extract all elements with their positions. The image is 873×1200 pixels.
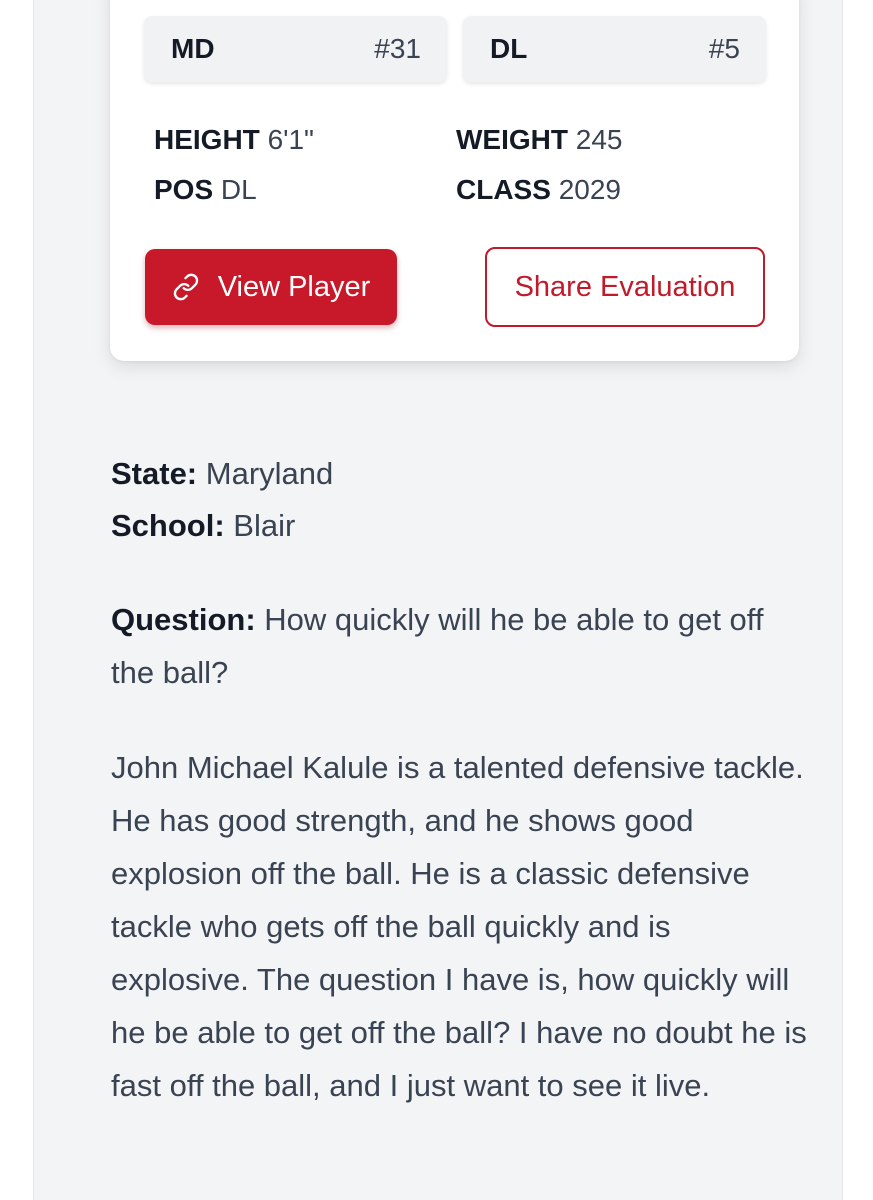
class-value: 2029 — [558, 174, 621, 205]
weight-label: WEIGHT — [456, 124, 568, 155]
state-row: State: Maryland — [111, 448, 333, 500]
school-row: School: Blair — [111, 500, 295, 552]
state-abbr: MD — [171, 33, 215, 64]
view-player-label: View Player — [217, 270, 371, 303]
height-value: 6'1" — [267, 124, 314, 155]
height-label: HEIGHT — [154, 124, 260, 155]
position-rank-chip: DL #5 — [463, 16, 766, 82]
school-label: School: — [111, 508, 225, 543]
state-jersey-chip: MD #31 — [144, 16, 447, 82]
position-abbr: DL — [490, 33, 528, 64]
weight-stat: WEIGHT 245 — [456, 123, 623, 157]
height-stat: HEIGHT 6'1" — [154, 123, 314, 157]
view-player-button[interactable]: View Player — [145, 249, 397, 325]
share-evaluation-button[interactable]: Share Evaluation — [485, 247, 765, 327]
pos-value: DL — [220, 174, 257, 205]
pos-label: POS — [154, 174, 214, 205]
position-rank: #5 — [708, 33, 740, 64]
share-evaluation-label: Share Evaluation — [514, 270, 736, 303]
state-label: State: — [111, 456, 198, 491]
school-value: Blair — [233, 508, 296, 543]
jersey-number: #31 — [374, 33, 421, 64]
evaluation-question: Question: How quickly will he be able to… — [111, 593, 811, 699]
link-icon — [172, 273, 200, 301]
position-stat: POS DL — [154, 173, 257, 207]
evaluation-text: John Michael Kalule is a talented defens… — [111, 750, 807, 1103]
player-card: MD #31 DL #5 HEIGHT 6'1" WEIGHT 245 POS … — [110, 0, 799, 361]
weight-value: 245 — [575, 124, 623, 155]
class-label: CLASS — [456, 174, 551, 205]
state-value: Maryland — [205, 456, 334, 491]
class-stat: CLASS 2029 — [456, 173, 621, 207]
question-label: Question: — [111, 602, 256, 637]
